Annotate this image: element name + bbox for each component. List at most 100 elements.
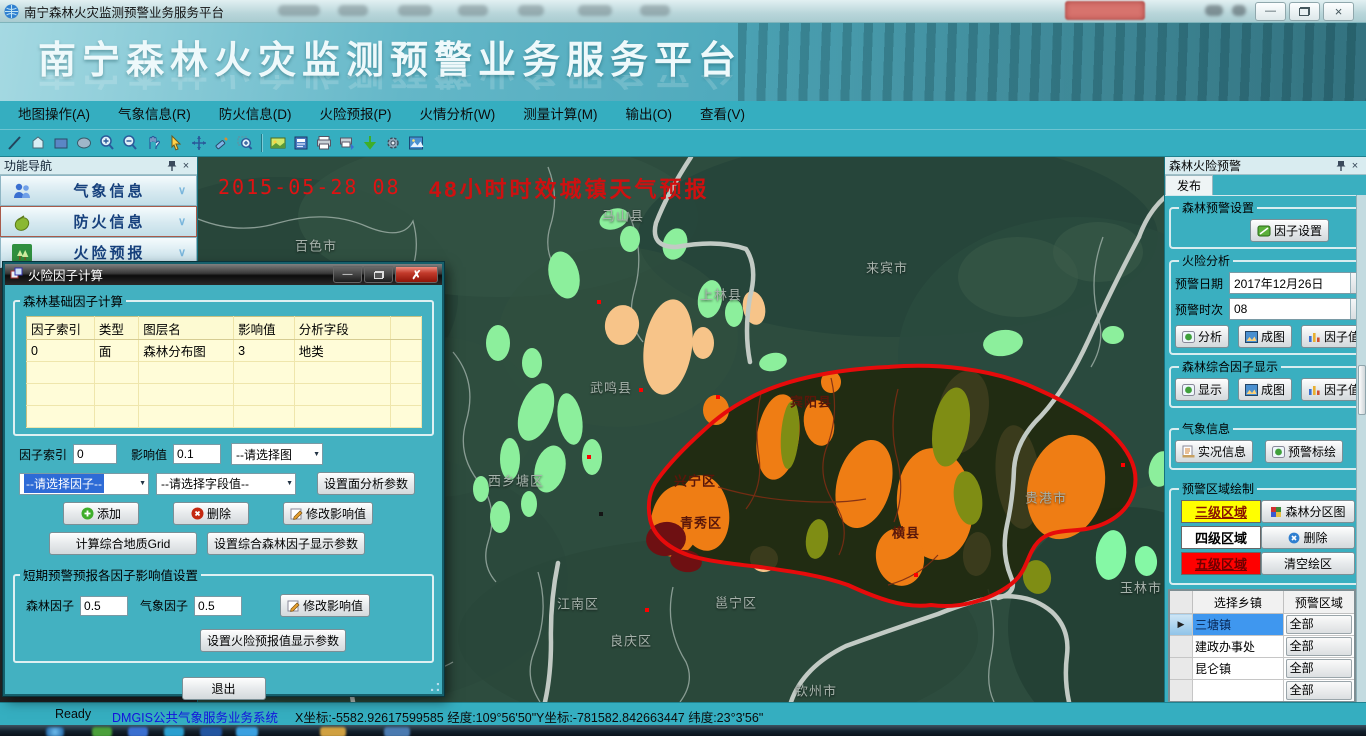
factor-table[interactable]: 因子索引 类型 图层名 影响值 分析字段 0面 森林分布图3 地类 xyxy=(26,316,422,428)
factor-settings-button[interactable]: 因子设置 xyxy=(1250,219,1329,242)
dialog-maximize-button[interactable] xyxy=(364,266,393,283)
dialog-close-button[interactable]: ✗ xyxy=(395,266,438,283)
taskbar-icon[interactable] xyxy=(200,727,222,736)
identify-tool-icon[interactable] xyxy=(212,133,232,153)
make-map-button[interactable]: 成图 xyxy=(1238,325,1292,348)
set-composite-display-button[interactable]: 设置综合森林因子显示参数 xyxy=(207,532,365,555)
town-row[interactable]: 全部 xyxy=(1169,680,1355,703)
col-town[interactable]: 选择乡镇 xyxy=(1193,590,1284,614)
zoom-in-icon[interactable] xyxy=(97,133,117,153)
recorder-stop-button[interactable] xyxy=(1065,1,1145,20)
clear-draw-button[interactable]: 清空绘区 xyxy=(1261,552,1355,575)
close-button[interactable]: × xyxy=(1323,2,1354,21)
dialog-minimize-button[interactable]: — xyxy=(333,266,362,283)
export-map-icon[interactable] xyxy=(268,133,288,153)
forest-factor-input[interactable] xyxy=(80,596,128,616)
set-area-params-button[interactable]: 设置面分析参数 xyxy=(317,472,415,495)
town-cell[interactable]: 建政办事处 xyxy=(1193,636,1284,658)
menu-item[interactable]: 测量计算(M) xyxy=(509,101,611,129)
restore-button[interactable] xyxy=(1289,2,1320,21)
town-row[interactable]: 建政办事处 全部 xyxy=(1169,636,1355,658)
town-table[interactable]: 选择乡镇 预警区域 ▶ 三塘镇 全部 建政办事处 全部 昆仑镇 全部 全部 xyxy=(1168,589,1356,702)
show-button[interactable]: 显示 xyxy=(1175,378,1229,401)
analyze-button[interactable]: 分析 xyxy=(1175,325,1229,348)
download-arrow-icon[interactable] xyxy=(360,133,380,153)
calc-grid-button[interactable]: 计算综合地质Grid xyxy=(49,532,197,555)
close-icon[interactable]: × xyxy=(179,160,193,172)
impact-input[interactable] xyxy=(173,444,221,464)
polygon-tool-icon[interactable] xyxy=(28,133,48,153)
print-icon[interactable] xyxy=(314,133,334,153)
select-arrow-icon[interactable] xyxy=(166,133,186,153)
delete-button[interactable]: 删除 xyxy=(173,502,249,525)
resize-grip[interactable] xyxy=(431,683,439,691)
taskbar-icon[interactable] xyxy=(236,727,258,736)
start-orb[interactable] xyxy=(46,727,64,736)
level4-region-swatch[interactable]: 四级区域 xyxy=(1181,526,1261,549)
level3-region-swatch[interactable]: 三级区域 xyxy=(1181,500,1261,523)
nav-item-fireprevention[interactable]: 防火信息 ∨ xyxy=(0,206,197,237)
warning-date-select[interactable]: 2017年12月26日▼ xyxy=(1229,272,1366,294)
factor-index-input[interactable] xyxy=(73,444,117,464)
minimize-button[interactable]: — xyxy=(1255,2,1286,21)
town-cell[interactable] xyxy=(1193,680,1284,703)
area-cell[interactable]: 全部 xyxy=(1283,680,1355,703)
tab-publish[interactable]: 发布 xyxy=(1165,175,1213,195)
delete-region-button[interactable]: 删除 xyxy=(1261,526,1355,549)
town-cell[interactable]: 昆仑镇 xyxy=(1193,658,1284,680)
menu-item[interactable]: 防火信息(D) xyxy=(205,101,306,129)
pin-icon[interactable] xyxy=(165,160,179,172)
pan-hand-icon[interactable] xyxy=(143,133,163,153)
rectangle-tool-icon[interactable] xyxy=(51,133,71,153)
close-icon[interactable]: × xyxy=(1348,160,1362,172)
zoom-out-icon[interactable] xyxy=(120,133,140,153)
warning-time-select[interactable]: 08▼ xyxy=(1229,298,1366,320)
area-cell[interactable]: 全部 xyxy=(1283,636,1355,658)
scroll-thumb[interactable] xyxy=(1358,365,1366,415)
legend-window-icon[interactable] xyxy=(291,133,311,153)
zoom-selection-icon[interactable] xyxy=(235,133,255,153)
col-area[interactable]: 预警区域 xyxy=(1283,590,1355,614)
menu-item[interactable]: 输出(O) xyxy=(611,101,686,129)
ellipse-tool-icon[interactable] xyxy=(74,133,94,153)
taskbar-icon[interactable] xyxy=(320,727,346,736)
full-extent-icon[interactable] xyxy=(189,133,209,153)
menu-item[interactable]: 查看(V) xyxy=(686,101,759,129)
add-button[interactable]: 添加 xyxy=(63,502,139,525)
forest-zone-map-button[interactable]: 森林分区图 xyxy=(1261,500,1355,523)
menu-item[interactable]: 火险预报(P) xyxy=(306,101,406,129)
print-export-icon[interactable] xyxy=(337,133,357,153)
line-tool-icon[interactable] xyxy=(5,133,25,153)
area-cell[interactable]: 全部 xyxy=(1283,614,1355,636)
menu-item[interactable]: 气象信息(R) xyxy=(104,101,205,129)
panel-vscrollbar[interactable] xyxy=(1356,195,1366,702)
exit-button[interactable]: 退出 xyxy=(182,677,266,700)
settings-gear-icon[interactable] xyxy=(383,133,403,153)
menu-item[interactable]: 火情分析(W) xyxy=(406,101,510,129)
set-fire-display-button[interactable]: 设置火险预报值显示参数 xyxy=(200,629,346,652)
town-row[interactable]: ▶ 三塘镇 全部 xyxy=(1169,614,1355,636)
live-info-button[interactable]: 实况信息 xyxy=(1175,440,1253,463)
weather-factor-input[interactable] xyxy=(194,596,242,616)
image-viewer-icon[interactable] xyxy=(406,133,426,153)
modify-impact-button[interactable]: 修改影响值 xyxy=(283,502,373,525)
field-select[interactable]: --请选择字段值--▼ xyxy=(156,473,296,495)
taskbar-icon[interactable] xyxy=(128,727,148,736)
dialog-titlebar[interactable]: 火险因子计算 — ✗ xyxy=(5,264,442,285)
taskbar-icon[interactable] xyxy=(92,727,112,736)
area-cell[interactable]: 全部 xyxy=(1283,658,1355,680)
level5-region-swatch[interactable]: 五级区域 xyxy=(1181,552,1261,575)
warning-plot-button[interactable]: 预警标绘 xyxy=(1265,440,1343,463)
factor-row[interactable]: 0面 森林分布图3 地类 xyxy=(27,340,422,362)
layer-select[interactable]: --请选择图▼ xyxy=(231,443,323,465)
town-cell[interactable]: 三塘镇 xyxy=(1193,614,1284,636)
town-row[interactable]: 昆仑镇 全部 xyxy=(1169,658,1355,680)
taskbar[interactable] xyxy=(0,725,1366,736)
pin-icon[interactable] xyxy=(1334,160,1348,172)
menu-item[interactable]: 地图操作(A) xyxy=(4,101,104,129)
modify-impact-button[interactable]: 修改影响值 xyxy=(280,594,370,617)
nav-item-weather[interactable]: 气象信息 ∨ xyxy=(0,175,197,206)
taskbar-icon[interactable] xyxy=(164,727,184,736)
factor-select[interactable]: --请选择因子--▼ xyxy=(19,473,149,495)
make-map-button[interactable]: 成图 xyxy=(1238,378,1292,401)
